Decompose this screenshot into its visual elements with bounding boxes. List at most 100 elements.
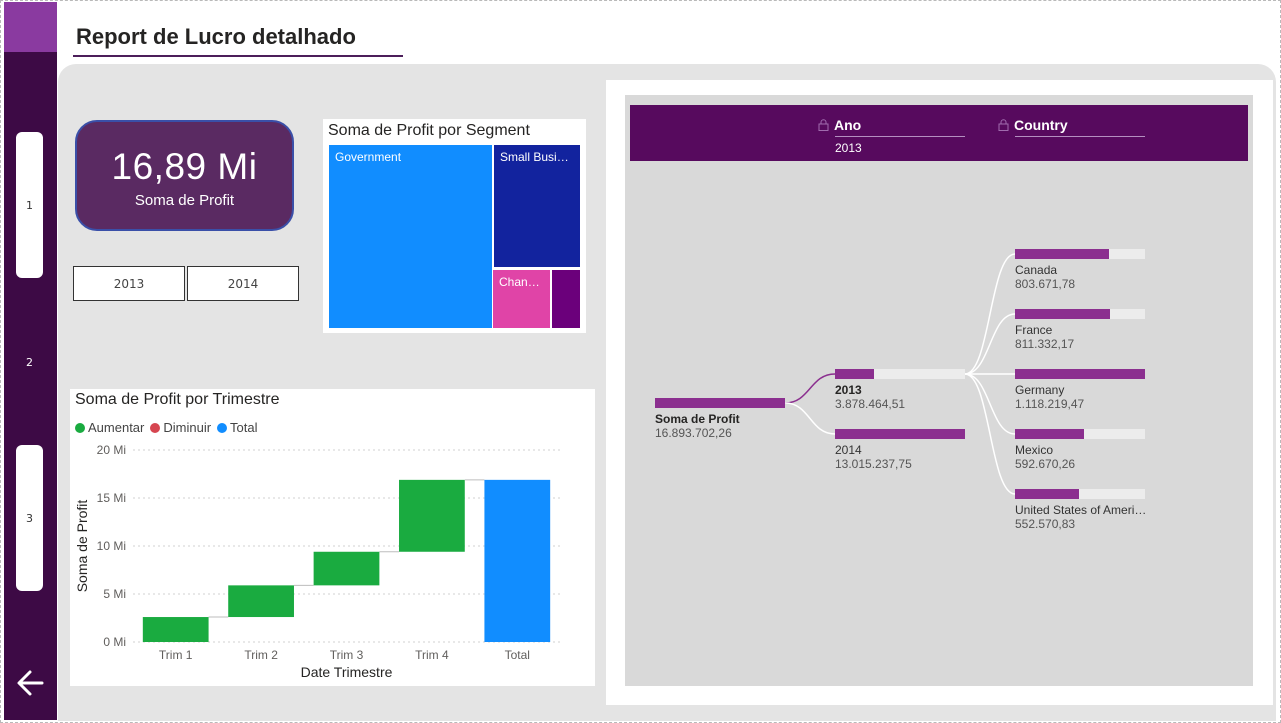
decomposition-countries-3-bar-fill xyxy=(1015,429,1084,439)
kpi-card[interactable]: 16,89 Mi Soma de Profit xyxy=(75,120,294,231)
decomposition-countries-1-label: France xyxy=(1015,323,1053,337)
year-slicer-2013[interactable]: 2013 xyxy=(73,266,185,301)
lock-icon xyxy=(998,119,1009,131)
decomposition-years-0-bar-fill xyxy=(835,369,874,379)
waterfall-title: Soma de Profit por Trimestre xyxy=(75,391,280,408)
decomposition-countries-4-bar-track xyxy=(1015,489,1145,499)
decomp-label-root: Soma de Profit xyxy=(655,412,740,426)
decomposition-countries-0-bar-fill xyxy=(1015,249,1109,259)
waterfall-bar-trim-4[interactable] xyxy=(399,479,465,552)
legend-label-aumentar: Aumentar xyxy=(88,420,145,435)
legend-dot-aumentar xyxy=(75,422,85,433)
decomp-value-root: 16.893.702,26 xyxy=(655,426,732,440)
level-underline-ano xyxy=(835,136,965,137)
decomposition-countries-2-bar-track xyxy=(1015,369,1145,379)
page-nav-button-2[interactable]: 2 xyxy=(16,289,43,435)
decomposition-countries-1-bar-track xyxy=(1015,309,1145,319)
decomposition-years-0-value: 3.878.464,51 xyxy=(835,397,906,411)
waterfall-bar-total[interactable] xyxy=(484,479,551,642)
decomposition-years-1-label: 2014 xyxy=(835,443,862,457)
decomp-link xyxy=(784,402,836,435)
x-tick-label: Total xyxy=(505,648,530,662)
arrow-left-icon[interactable] xyxy=(12,664,50,702)
legend-dot-total xyxy=(217,422,228,433)
title-underline xyxy=(73,55,403,57)
decomp-link-selected xyxy=(784,373,836,404)
year-slicer-2014[interactable]: 2014 xyxy=(187,266,299,301)
legend-label-diminuir: Diminuir xyxy=(163,420,212,435)
legend-label-total: Total xyxy=(230,420,258,435)
decomposition-countries-4-bar-fill xyxy=(1015,489,1079,499)
decomposition-connectors xyxy=(784,253,1016,495)
decomposition-years-1-value: 13.015.237,75 xyxy=(835,457,912,471)
kpi-value: 16,89 Mi xyxy=(111,146,258,187)
decomposition-countries-2-label: Germany xyxy=(1015,383,1065,397)
x-tick-label: Trim 3 xyxy=(330,648,364,662)
y-axis-title: Soma de Profit xyxy=(74,500,90,593)
decomposition-countries-4-value: 552.570,83 xyxy=(1015,517,1076,531)
decomposition-countries-2-value: 1.118.219,47 xyxy=(1015,397,1085,411)
decomposition-countries-4-node[interactable]: United States of America 552.570,83 xyxy=(1015,489,1147,531)
decomposition-countries-0-label: Canada xyxy=(1015,263,1058,277)
decomposition-countries-4-label: United States of America xyxy=(1015,503,1147,517)
rail-header xyxy=(4,2,57,52)
decomp-link xyxy=(964,313,1016,375)
decomposition-countries-1-value: 811.332,17 xyxy=(1015,337,1075,351)
decomposition-countries-3-bar-track xyxy=(1015,429,1145,439)
level-selected-ano: 2013 xyxy=(835,141,862,155)
legend-item-aumentar[interactable]: Aumentar xyxy=(75,420,144,435)
decomposition-years-1-bar-track xyxy=(835,429,965,439)
decomposition-years-1-node[interactable]: 2014 13.015.237,75 xyxy=(835,429,967,471)
y-tick-label: 10 Mi xyxy=(97,539,126,553)
x-tick-label: Trim 1 xyxy=(159,648,193,662)
level-underline-country xyxy=(1015,136,1145,137)
decomposition-countries-0-node[interactable]: Canada 803.671,78 xyxy=(1015,249,1147,291)
page-title: Report de Lucro detalhado xyxy=(76,24,356,49)
decomposition-countries-2-bar-fill xyxy=(1015,369,1145,379)
decomp-link xyxy=(964,253,1016,375)
y-tick-label: 20 Mi xyxy=(97,443,126,457)
level-header-country[interactable]: Country xyxy=(998,117,1145,137)
decomposition-years-0-node[interactable]: 2013 3.878.464,51 xyxy=(835,369,967,411)
lock-icon xyxy=(818,119,829,131)
decomposition-countries-3-label: Mexico xyxy=(1015,443,1054,457)
waterfall-bar-trim-1[interactable] xyxy=(142,617,209,642)
x-tick-label: Trim 2 xyxy=(244,648,278,662)
y-tick-label: 15 Mi xyxy=(97,491,126,505)
decomposition-countries-2-node[interactable]: Germany 1.118.219,47 xyxy=(1015,369,1147,411)
y-tick-label: 0 Mi xyxy=(103,635,126,649)
level-name-country: Country xyxy=(1014,117,1068,133)
decomposition-countries-3-value: 592.670,26 xyxy=(1015,457,1076,471)
page-nav-button-3[interactable]: 3 xyxy=(16,445,43,591)
legend-item-diminuir[interactable]: Diminuir xyxy=(150,420,211,435)
legend-dot-diminuir xyxy=(150,422,161,433)
decomposition-countries-1-node[interactable]: France 811.332,17 xyxy=(1015,309,1147,351)
treemap-title: Soma de Profit por Segment xyxy=(328,122,530,139)
level-name-ano: Ano xyxy=(834,117,862,133)
y-tick-label: 5 Mi xyxy=(103,587,126,601)
waterfall-bar-trim-2[interactable] xyxy=(228,585,294,618)
treemap-tile-channel-partners[interactable]: Channel Partners xyxy=(493,270,550,328)
kpi-label: Soma de Profit xyxy=(134,192,235,209)
legend-item-total[interactable]: Total xyxy=(217,420,258,435)
decomp-link xyxy=(964,373,1016,435)
x-tick-label: Trim 4 xyxy=(415,648,449,662)
decomp-node-root[interactable]: Soma de Profit 16.893.702,26 xyxy=(655,398,787,440)
waterfall-bar-trim-3[interactable] xyxy=(313,551,380,586)
treemap-tile-small-business[interactable]: Small Business xyxy=(494,145,580,267)
decomposition-years-0-label: 2013 xyxy=(835,383,862,397)
decomposition-countries-0-value: 803.671,78 xyxy=(1015,277,1076,291)
decomposition-countries-3-node[interactable]: Mexico 592.670,26 xyxy=(1015,429,1147,471)
treemap-tile-government[interactable]: Government xyxy=(329,145,492,328)
level-header-ano[interactable]: Ano 2013 xyxy=(818,117,965,155)
treemap-tile-other[interactable] xyxy=(552,270,580,328)
decomposition-countries-0-bar-track xyxy=(1015,249,1145,259)
waterfall-legend: Aumentar Diminuir Total xyxy=(75,420,258,435)
decomp-bar-root xyxy=(655,398,785,408)
decomp-link xyxy=(964,373,1016,495)
x-axis-title: Date Trimestre xyxy=(301,664,393,680)
page-nav-button-1[interactable]: 1 xyxy=(16,132,43,278)
decomposition-countries-1-bar-fill xyxy=(1015,309,1110,319)
decomposition-years-0-bar-track xyxy=(835,369,965,379)
decomposition-years-1-bar-fill xyxy=(835,429,965,439)
